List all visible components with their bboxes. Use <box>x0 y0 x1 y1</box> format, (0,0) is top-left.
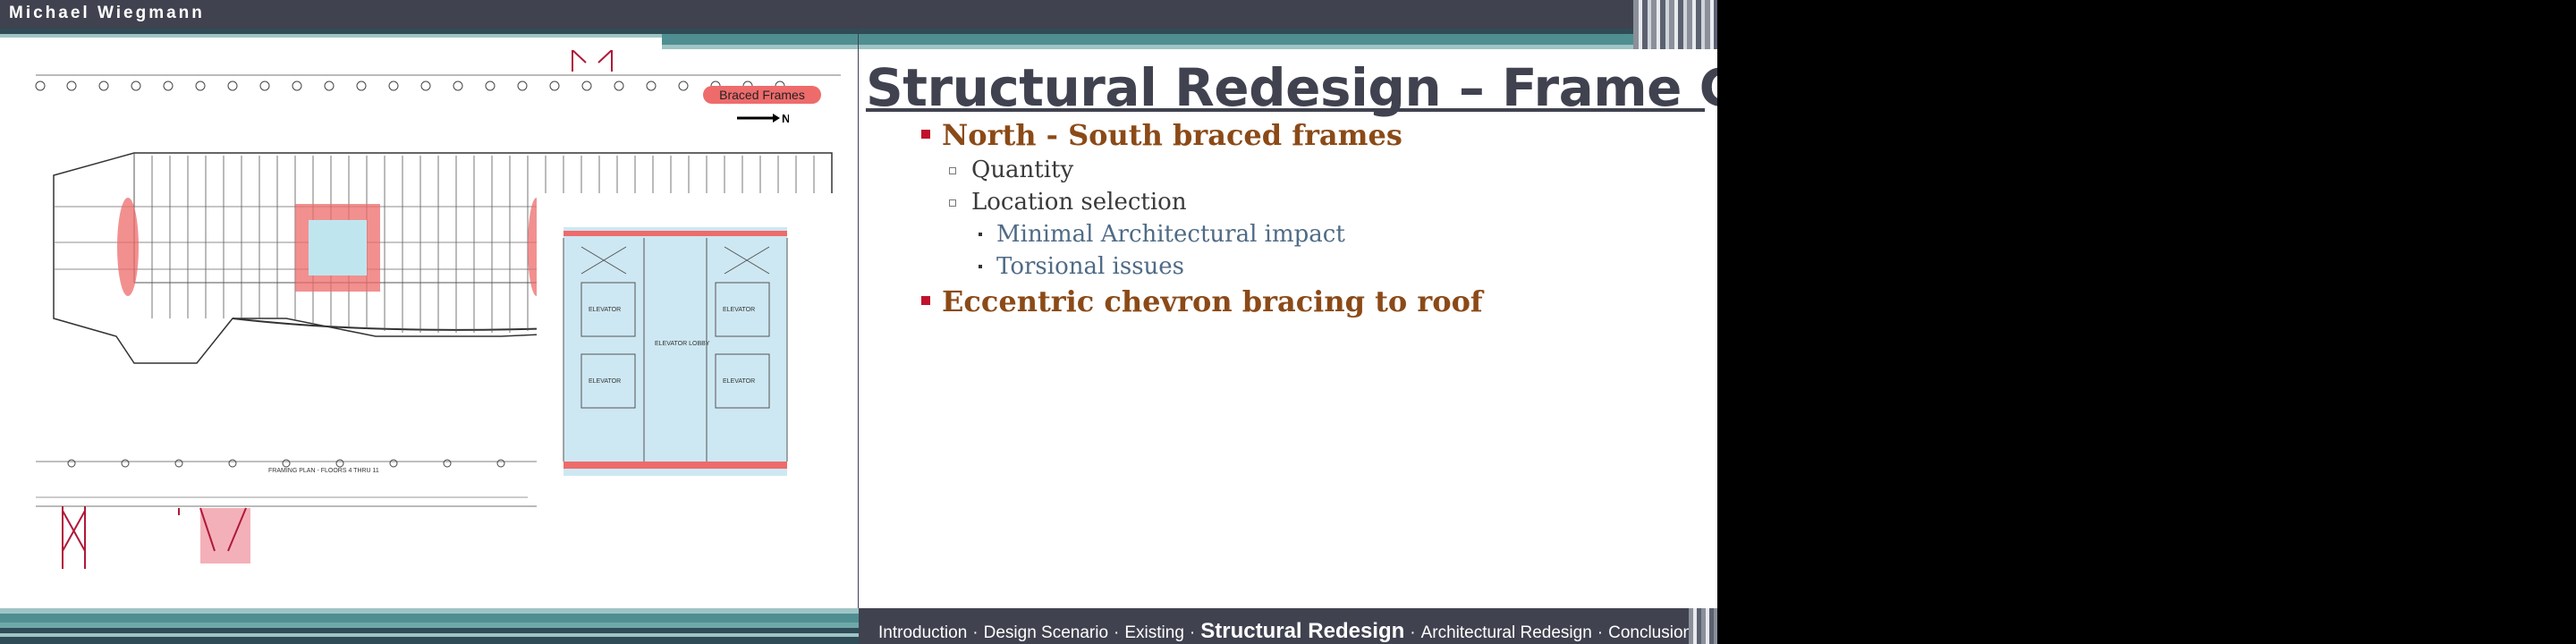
presenter-name: Michael Wiegmann <box>9 4 205 22</box>
bullet-item: Quantity <box>971 157 1074 183</box>
header-stripe <box>0 34 662 38</box>
square-bullet-icon <box>921 130 930 139</box>
bullet-item: Location selection <box>971 189 1187 216</box>
square-bullet-icon <box>921 296 930 305</box>
svg-text:N: N <box>782 112 789 125</box>
svg-text:ELEVATOR: ELEVATOR <box>723 307 755 313</box>
panel-divider <box>858 29 859 608</box>
svg-text:ELEVATOR: ELEVATOR <box>589 378 621 385</box>
core-enlarged-plan: ELEVATOR ELEVATOR ELEVATOR ELEVATOR ELEV… <box>537 193 841 605</box>
section-navigation: Introduction · Design Scenario · Existing · St… <box>878 619 1701 643</box>
chevron-icon <box>572 50 613 72</box>
north-arrow-icon: N <box>737 112 789 125</box>
svg-text:ELEVATOR LOBBY: ELEVATOR LOBBY <box>655 341 710 347</box>
hollow-square-bullet-icon <box>949 167 956 174</box>
title-underline <box>866 108 1705 112</box>
header-stripe <box>662 45 1717 49</box>
dot-bullet-icon <box>979 265 982 268</box>
nav-conclusions[interactable]: Conclusions <box>1608 623 1701 642</box>
bullet-item: Minimal Architectural impact <box>996 221 1345 248</box>
svg-text:ELEVATOR: ELEVATOR <box>589 307 621 313</box>
header-stripe <box>662 34 1717 45</box>
decor-bars <box>1689 608 1717 644</box>
framing-plan-drawing: FRAMING PLAN - FLOORS 4 THRU 11 ELEVATOR… <box>35 50 841 605</box>
nav-design-scenario[interactable]: Design Scenario <box>984 623 1108 642</box>
decor-bars <box>1633 0 1717 49</box>
nav-architectural-redesign[interactable]: Architectural Redesign <box>1421 623 1592 642</box>
svg-text:ELEVATOR: ELEVATOR <box>723 378 755 385</box>
grid-bubbles-top <box>35 80 785 91</box>
chevron-elevation <box>62 506 86 569</box>
dot-bullet-icon <box>979 233 982 236</box>
braced-frames-legend: Braced Frames <box>703 86 821 104</box>
plan-caption: FRAMING PLAN - FLOORS 4 THRU 11 <box>268 468 379 474</box>
slide: Michael Wiegmann FRAMING PLAN - FLOORS 4… <box>0 0 1717 644</box>
nav-structural-redesign[interactable]: Structural Redesign <box>1200 619 1404 643</box>
nav-existing[interactable]: Existing <box>1124 623 1184 642</box>
bullet-item: North - South braced frames <box>942 118 1402 152</box>
bullet-item: Eccentric chevron bracing to roof <box>942 284 1483 318</box>
nav-introduction[interactable]: Introduction <box>878 623 967 642</box>
header-bar: Michael Wiegmann <box>0 0 1717 29</box>
hollow-square-bullet-icon <box>949 199 956 207</box>
bullet-item: Torsional issues <box>996 253 1185 280</box>
